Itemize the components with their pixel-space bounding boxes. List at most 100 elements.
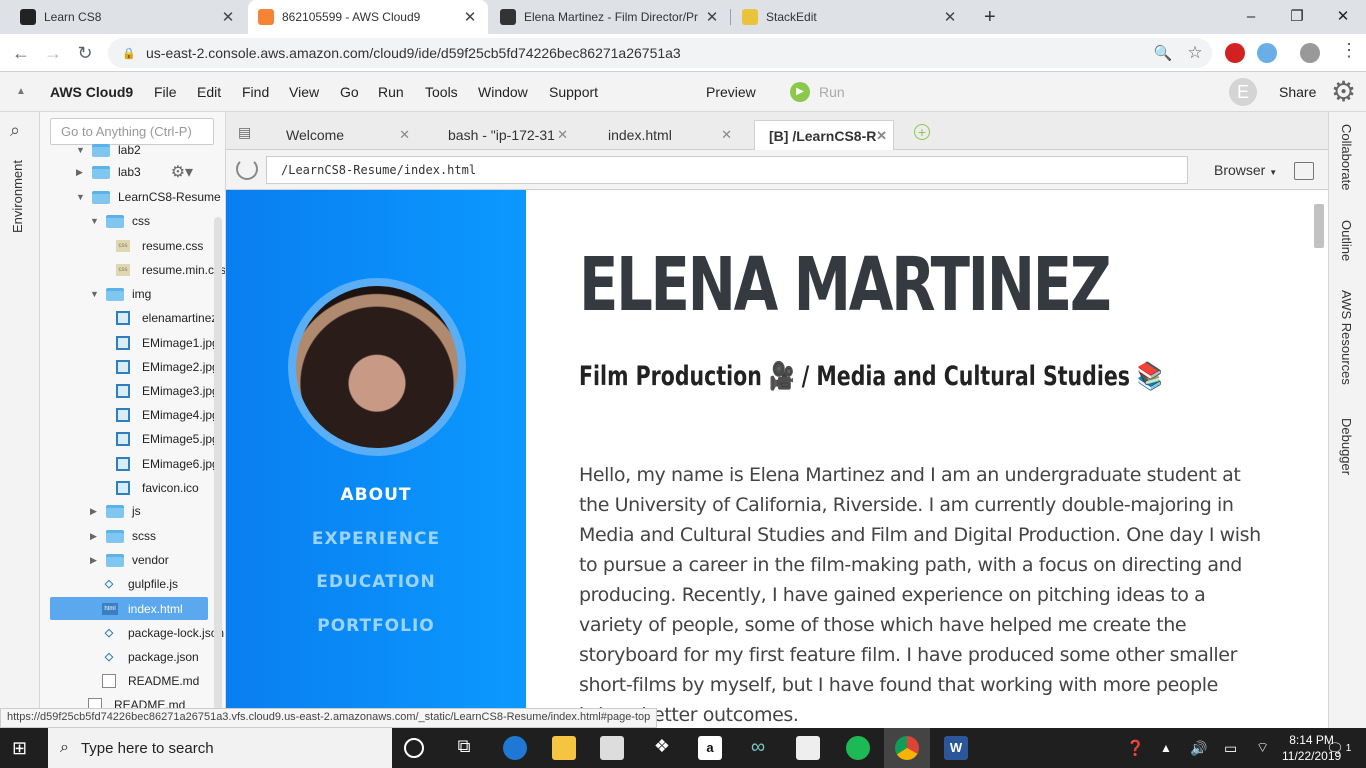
nav-education[interactable]: EDUCATION: [226, 572, 526, 592]
tree-folder-lab3[interactable]: ▶ lab3 ⚙▾: [76, 161, 193, 183]
menu-find[interactable]: Find: [242, 72, 269, 112]
battery-icon[interactable]: ▭: [1224, 728, 1237, 768]
close-icon[interactable]: ✕: [557, 127, 568, 143]
tree-file-image[interactable]: EMimage1.jpg: [116, 332, 219, 354]
forward-arrow-icon[interactable]: →: [38, 34, 68, 72]
bookmark-star-icon[interactable]: ☆: [1180, 34, 1210, 72]
run-play-icon[interactable]: ▶: [790, 82, 810, 102]
tree-file-package-lock[interactable]: ◇ package-lock.json: [102, 622, 224, 644]
editor-tab-bash[interactable]: bash - "ip-172-31 ✕: [438, 120, 574, 150]
menu-view[interactable]: View: [289, 72, 319, 112]
menu-support[interactable]: Support: [549, 72, 598, 112]
nav-experience[interactable]: EXPERIENCE: [226, 529, 526, 549]
collapse-menu-icon[interactable]: ▲: [16, 72, 26, 112]
editor-tab-welcome[interactable]: Welcome ✕: [276, 120, 416, 150]
close-icon[interactable]: ✕: [721, 127, 732, 143]
tree-file-index-html[interactable]: html index.html: [102, 598, 183, 620]
tray-chevron-up-icon[interactable]: ▲: [1160, 728, 1172, 768]
tree-file-image[interactable]: EMimage6.jpg: [116, 453, 219, 475]
menu-file[interactable]: File: [154, 72, 177, 112]
search-icon[interactable]: ⌕: [10, 120, 20, 141]
file-explorer-icon[interactable]: [552, 736, 576, 760]
tree-file-image[interactable]: EMimage5.jpg: [116, 428, 219, 450]
outline-panel-tab[interactable]: Outline: [1339, 220, 1354, 261]
windows-start-icon[interactable]: ⊞: [12, 738, 34, 758]
profile-avatar-icon[interactable]: [1300, 43, 1320, 63]
menu-run[interactable]: Run: [378, 72, 404, 112]
close-tab-icon[interactable]: ✕: [220, 8, 236, 26]
tree-folder-learncs8-resume[interactable]: ▼ LearnCS8-Resume: [76, 186, 221, 208]
close-tab-icon[interactable]: ✕: [462, 8, 478, 26]
tab-list-icon[interactable]: ▤: [238, 124, 251, 141]
taskbar-chrome-active[interactable]: [884, 728, 930, 768]
preview-url-input[interactable]: /LearnCS8-Resume/index.html: [266, 156, 1188, 184]
extension-icon[interactable]: [1257, 43, 1277, 63]
new-tab-button[interactable]: +: [974, 0, 1002, 34]
debugger-panel-tab[interactable]: Debugger: [1339, 418, 1354, 475]
browser-tab-elena-martinez[interactable]: Elena Martinez - Film Director/Pr ✕: [490, 0, 730, 34]
taskbar-search[interactable]: ⌕ Type here to search: [48, 728, 392, 768]
user-avatar[interactable]: E: [1229, 78, 1257, 106]
tree-settings-gear-icon[interactable]: ⚙▾: [171, 162, 193, 182]
address-bar[interactable]: 🔒 us-east-2.console.aws.amazon.com/cloud…: [108, 38, 1212, 68]
tree-file-package-json[interactable]: ◇ package.json: [102, 646, 199, 668]
help-icon[interactable]: ❓: [1126, 728, 1145, 768]
notifications-icon[interactable]: 🗨 1: [1326, 728, 1351, 768]
tree-folder-img[interactable]: ▼ img: [90, 283, 151, 305]
tree-folder-lab2[interactable]: ▼ lab2: [76, 139, 141, 161]
collaborate-panel-tab[interactable]: Collaborate: [1339, 124, 1354, 191]
browser-tab-stackedit[interactable]: StackEdit ✕: [732, 0, 968, 34]
tree-file-resume-css[interactable]: css resume.css: [116, 235, 203, 257]
browser-tab-cloud9[interactable]: 862105599 - AWS Cloud9 ✕: [248, 0, 488, 34]
share-button[interactable]: Share: [1279, 72, 1316, 112]
editor-tab-index-html[interactable]: index.html ✕: [598, 120, 738, 150]
tree-folder-css[interactable]: ▼ css: [90, 210, 150, 232]
preview-reload-icon[interactable]: [236, 158, 258, 180]
volume-icon[interactable]: 🔊: [1190, 728, 1207, 768]
dropbox-icon[interactable]: ❖: [650, 736, 674, 760]
menu-tools[interactable]: Tools: [425, 72, 458, 112]
tree-file-image[interactable]: EMimage4.jpg: [116, 404, 219, 426]
menu-go[interactable]: Go: [340, 72, 359, 112]
close-tab-icon[interactable]: ✕: [704, 8, 720, 26]
tree-folder-js[interactable]: ▶ js: [90, 500, 141, 522]
preview-button[interactable]: Preview: [706, 72, 756, 112]
editor-tab-preview[interactable]: [B] /LearnCS8-Resume✕: [754, 120, 894, 150]
spotify-icon[interactable]: [846, 736, 870, 760]
close-icon[interactable]: ✕: [876, 128, 887, 144]
zoom-icon[interactable]: 🔍: [1148, 34, 1178, 72]
browser-tab-learn-cs8[interactable]: Learn CS8 ✕: [10, 0, 246, 34]
tree-file-gulpfile[interactable]: ◇ gulpfile.js: [102, 573, 178, 595]
tree-file-image[interactable]: elenamartinez: [116, 307, 217, 329]
close-tab-icon[interactable]: ✕: [942, 8, 958, 26]
nav-portfolio[interactable]: PORTFOLIO: [226, 616, 526, 636]
adblock-extension-icon[interactable]: [1225, 43, 1245, 63]
menu-window[interactable]: Window: [478, 72, 528, 112]
tree-file-favicon[interactable]: favicon.ico: [116, 477, 199, 499]
nav-about[interactable]: ABOUT: [226, 485, 526, 505]
tree-scrollbar[interactable]: [214, 217, 222, 727]
reload-icon[interactable]: ↻: [70, 34, 100, 72]
popout-icon[interactable]: [1294, 162, 1314, 180]
amazon-icon[interactable]: a: [698, 736, 722, 760]
settings-gear-icon[interactable]: ⚙: [1331, 72, 1356, 112]
mail-icon[interactable]: [796, 736, 820, 760]
chrome-menu-icon[interactable]: ⋮: [1340, 40, 1358, 61]
tree-folder-scss[interactable]: ▶ scss: [90, 525, 156, 547]
add-tab-plus-icon[interactable]: +: [914, 124, 930, 140]
word-icon[interactable]: W: [944, 736, 968, 760]
environment-panel-tab[interactable]: Environment: [10, 160, 25, 233]
maximize-button[interactable]: ❐: [1274, 0, 1320, 32]
cortana-icon[interactable]: [404, 738, 424, 758]
edge-icon[interactable]: [503, 736, 527, 760]
tree-file-resume-min-css[interactable]: css resume.min.css: [116, 259, 225, 281]
aws-resources-panel-tab[interactable]: AWS Resources: [1339, 290, 1354, 385]
close-icon[interactable]: ✕: [399, 127, 410, 143]
tree-file-image[interactable]: EMimage3.jpg: [116, 380, 219, 402]
task-view-icon[interactable]: ⧉: [452, 736, 476, 760]
tree-folder-vendor[interactable]: ▶ vendor: [90, 549, 169, 571]
preview-scrollbar[interactable]: [1314, 204, 1324, 248]
back-arrow-icon[interactable]: ←: [6, 34, 36, 72]
store-icon[interactable]: [600, 736, 624, 760]
tree-file-readme[interactable]: README.md: [102, 670, 199, 692]
